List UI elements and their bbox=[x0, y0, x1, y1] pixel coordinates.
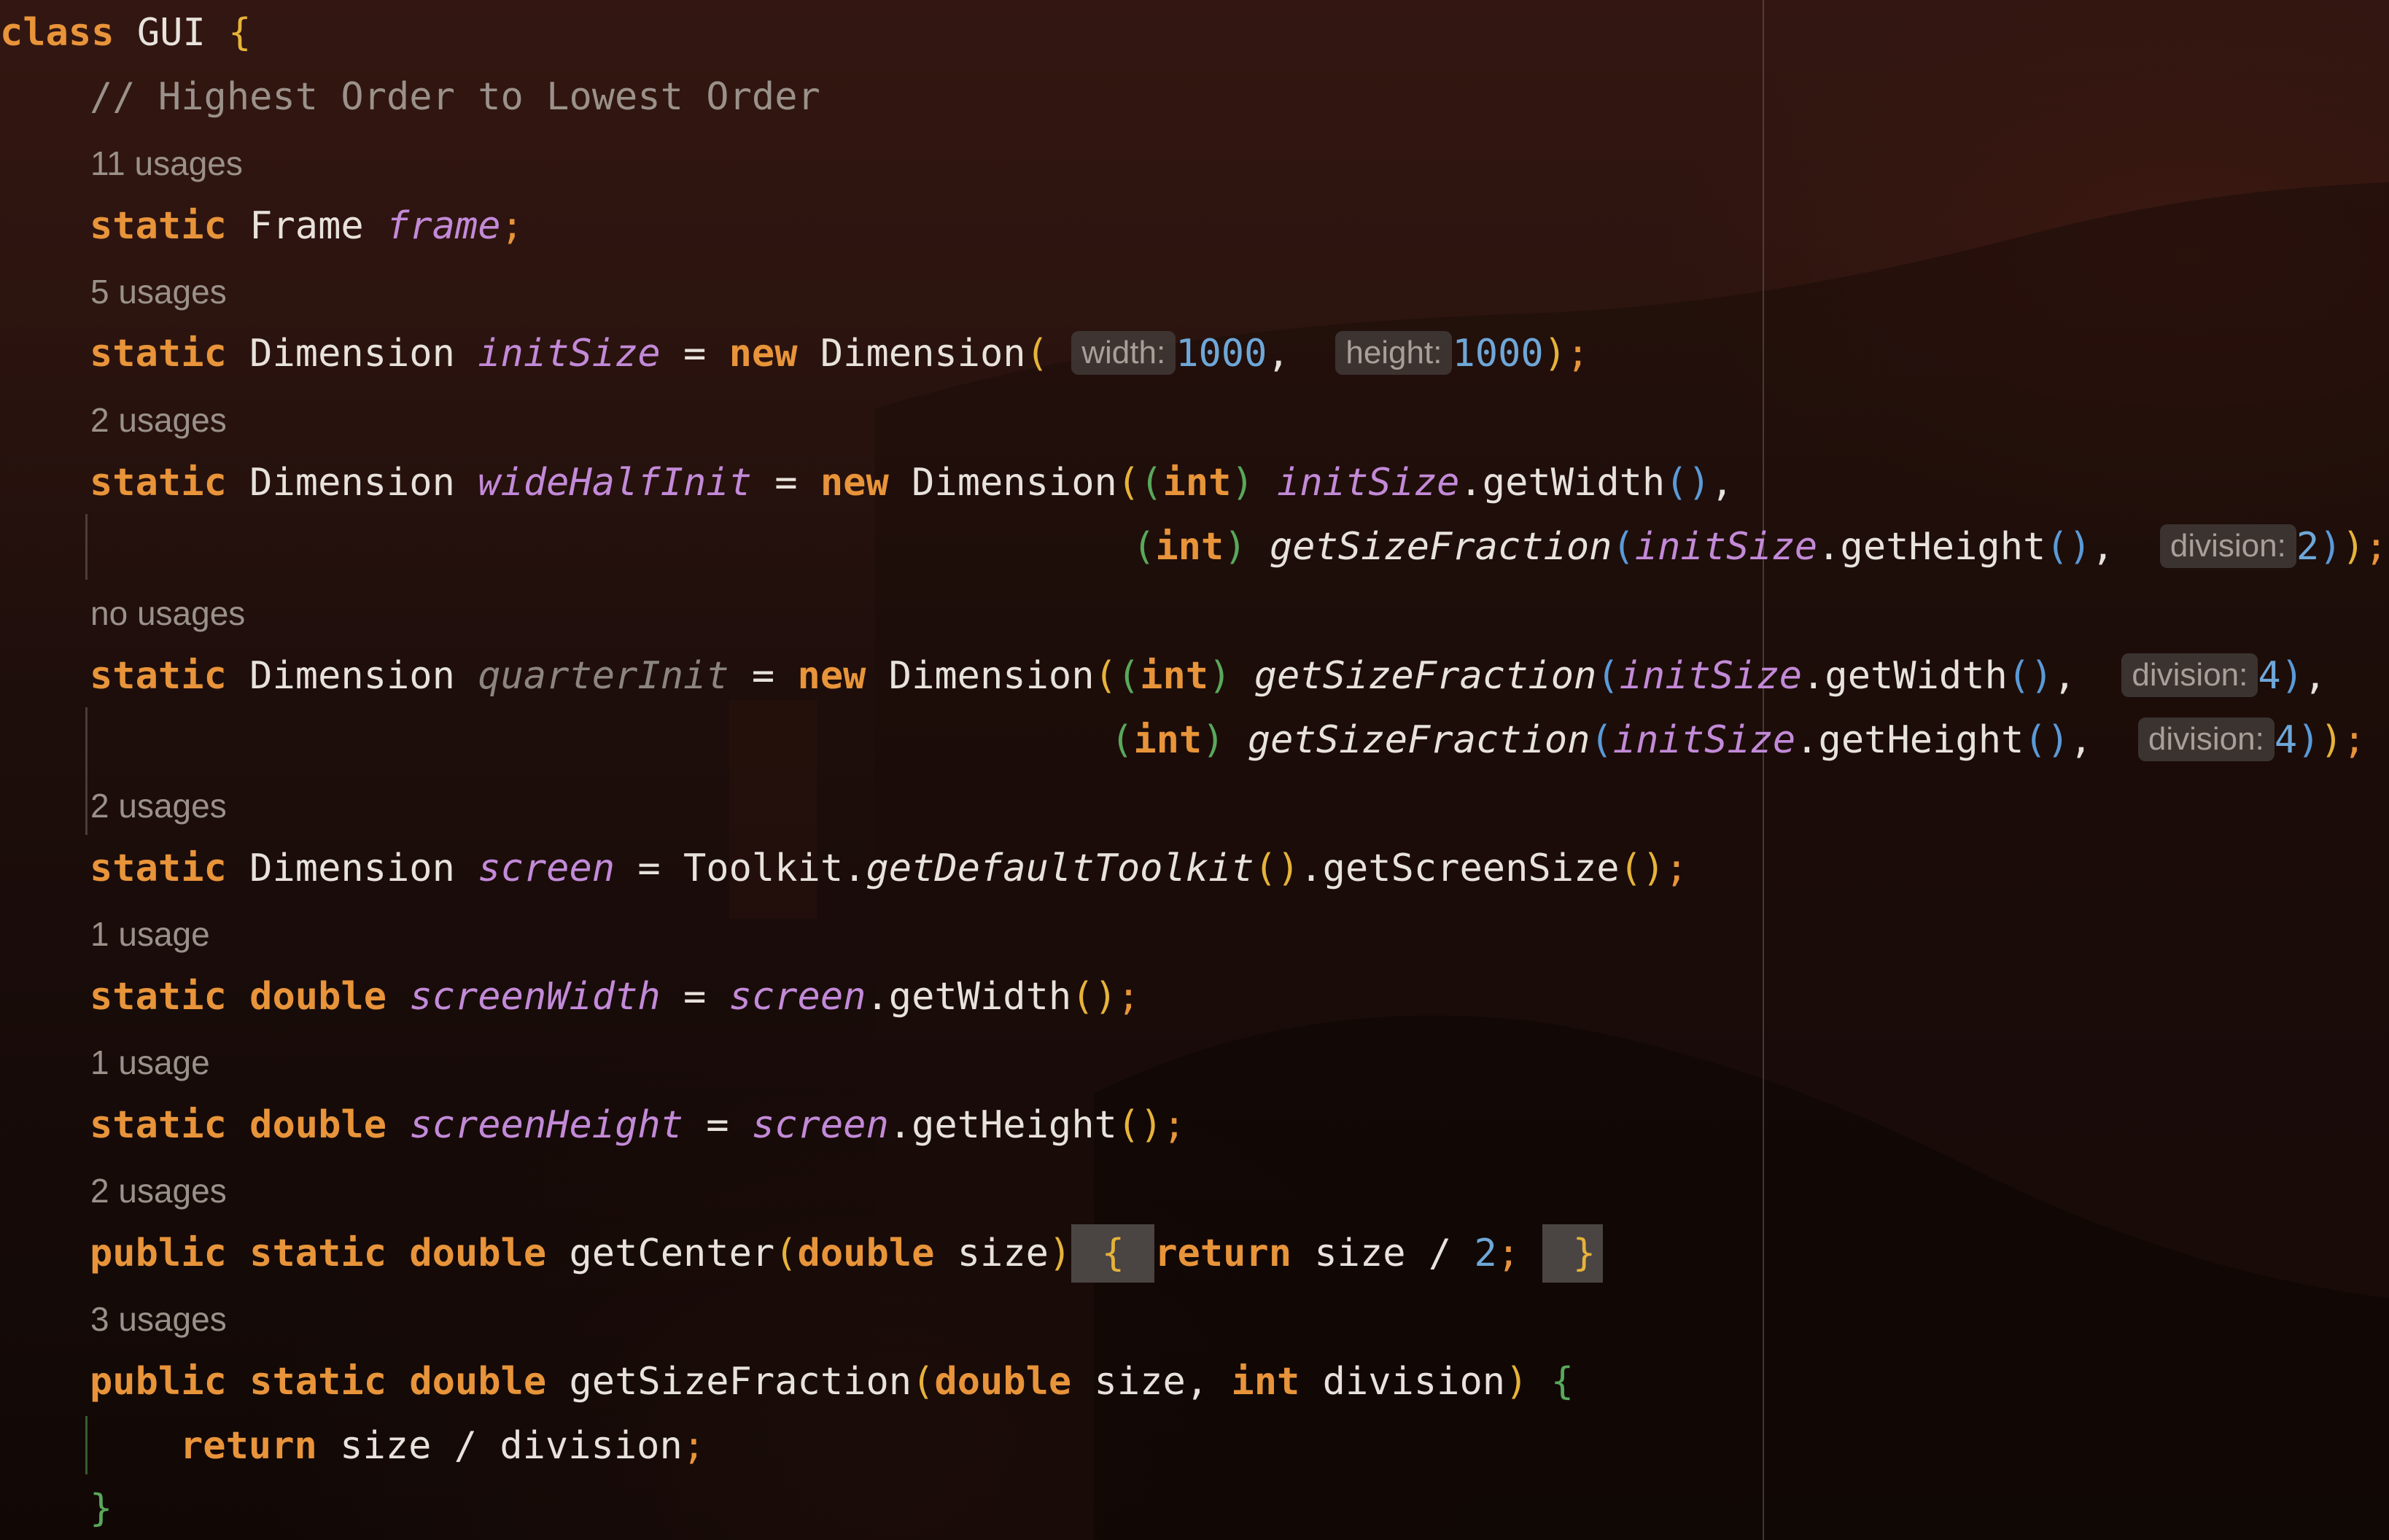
usages-hint[interactable]: 3 usages bbox=[90, 1294, 227, 1345]
code-line[interactable]: (int) getSizeFraction(initSize.getHeight… bbox=[1111, 711, 2366, 769]
closing-brace: } bbox=[90, 1487, 113, 1531]
usages-hint[interactable]: 1 usage bbox=[90, 1037, 210, 1088]
code-line[interactable]: static double screenWidth = screen.getWi… bbox=[90, 968, 1140, 1026]
brace: { bbox=[228, 11, 252, 55]
indent-guide bbox=[85, 1416, 88, 1474]
folded-region-start[interactable]: { bbox=[1071, 1224, 1155, 1283]
code-line[interactable]: static double screenHeight = screen.getH… bbox=[90, 1096, 1186, 1154]
param-hint-height: height: bbox=[1335, 331, 1453, 375]
code-line[interactable]: static Dimension quarterInit = new Dimen… bbox=[90, 647, 2326, 705]
indent-guide bbox=[85, 707, 88, 835]
code-line[interactable]: static Dimension screen = Toolkit.getDef… bbox=[90, 839, 1688, 898]
code-line[interactable]: (int) getSizeFraction(initSize.getHeight… bbox=[1133, 518, 2388, 576]
method-name: getSizeFraction bbox=[569, 1360, 912, 1404]
code-editor[interactable]: class GUI { // Highest Order to Lowest O… bbox=[0, 0, 2389, 1540]
code-line[interactable]: class GUI { bbox=[0, 4, 251, 62]
code-line[interactable]: return size / division; bbox=[180, 1417, 705, 1475]
indent-guide bbox=[85, 514, 88, 580]
usages-hint[interactable]: no usages bbox=[90, 588, 245, 639]
class-name: GUI bbox=[136, 11, 206, 55]
method-name: getCenter bbox=[569, 1232, 775, 1275]
param-hint-division: division: bbox=[2159, 524, 2296, 568]
usages-hint[interactable]: 11 usages bbox=[90, 138, 243, 189]
usages-hint[interactable]: 5 usages bbox=[90, 266, 227, 317]
right-margin-guide bbox=[1763, 0, 1764, 1540]
code-line[interactable]: static Dimension initSize = new Dimensio… bbox=[90, 324, 1589, 383]
keyword-class: class bbox=[0, 11, 114, 55]
code-line[interactable]: public static double getSizeFraction(dou… bbox=[90, 1353, 1574, 1411]
code-comment[interactable]: // Highest Order to Lowest Order bbox=[90, 68, 820, 126]
code-line[interactable]: public static double getCenter(double si… bbox=[90, 1224, 1604, 1283]
folded-region-end[interactable]: } bbox=[1542, 1224, 1604, 1283]
code-line[interactable]: static Dimension wideHalfInit = new Dime… bbox=[90, 454, 1733, 512]
usages-hint[interactable]: 1 usage bbox=[90, 909, 210, 960]
param-hint-width: width: bbox=[1071, 331, 1176, 375]
param-hint-division: division: bbox=[2121, 653, 2258, 697]
usages-hint[interactable]: 2 usages bbox=[90, 780, 227, 831]
code-line[interactable]: static Frame frame; bbox=[90, 197, 524, 255]
code-line[interactable]: } bbox=[90, 1479, 112, 1538]
param-hint-division: division: bbox=[2137, 718, 2275, 761]
usages-hint[interactable]: 2 usages bbox=[90, 1165, 227, 1216]
usages-hint[interactable]: 2 usages bbox=[90, 394, 227, 446]
